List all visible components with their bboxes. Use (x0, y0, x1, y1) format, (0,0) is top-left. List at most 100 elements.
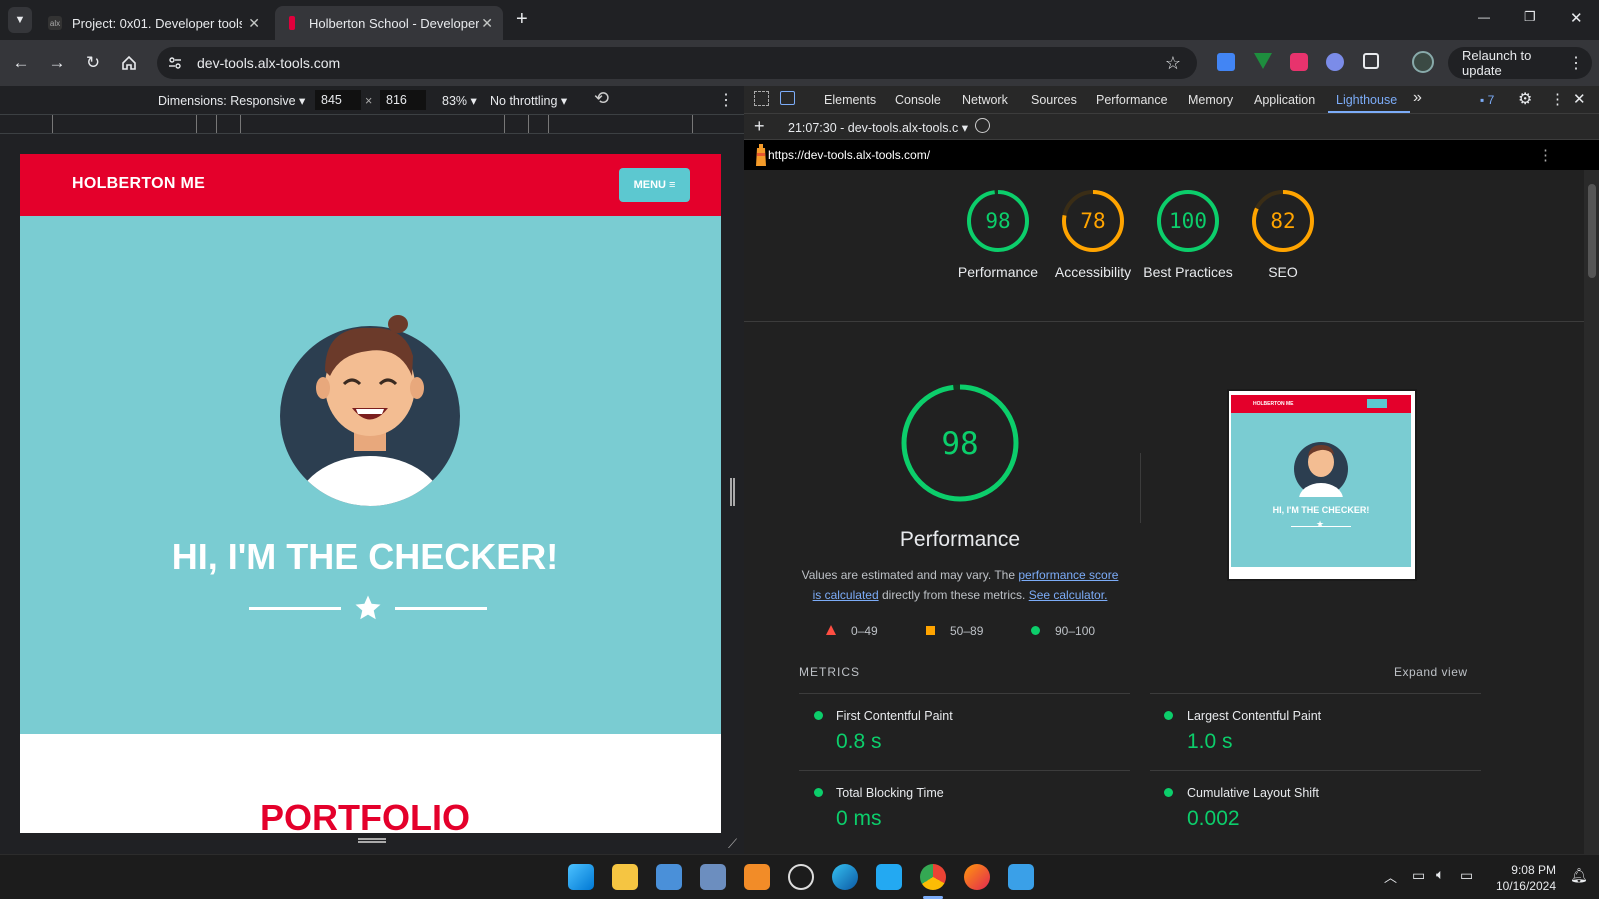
hero-headline: HI, I'M THE CHECKER! (171, 536, 559, 577)
rotate-icon[interactable]: ⟲ (594, 88, 609, 109)
vscode-icon[interactable] (876, 864, 902, 890)
address-bar[interactable]: dev-tools.alx-tools.com ☆ (157, 47, 1197, 79)
chrome-browser-icon[interactable] (920, 864, 946, 890)
photos-app-icon[interactable] (656, 864, 682, 890)
report-selector-label: 21:07:30 - dev-tools.alx-tools.c (788, 121, 959, 135)
tab-network[interactable]: Network (962, 93, 1008, 107)
reload-button[interactable]: ↻ (80, 50, 106, 76)
more-tabs-icon[interactable]: » (1413, 89, 1422, 107)
zoom-label: 83% (442, 94, 468, 108)
close-window-button[interactable]: ✕ (1570, 9, 1583, 27)
clear-reports-icon[interactable] (975, 118, 990, 133)
issues-badge[interactable]: ▪ 7 (1480, 93, 1494, 107)
site-navbar: HOLBERTON ME MENU ≡ (20, 154, 721, 216)
resize-handle-right[interactable] (730, 478, 735, 506)
tab-strip: ▼ alx Project: 0x01. Developer tools | ✕… (0, 0, 1599, 40)
site-brand[interactable]: HOLBERTON ME (72, 175, 205, 193)
report-scrollbar[interactable] (1584, 170, 1599, 854)
start-windows-icon[interactable] (568, 864, 594, 890)
search-extension-icon[interactable] (1326, 53, 1344, 71)
inspect-element-icon[interactable] (754, 91, 769, 106)
see-calculator-link[interactable]: See calculator. (1029, 588, 1108, 602)
devtools-menu-icon[interactable]: ⋮ (1550, 90, 1565, 108)
bookmark-star-icon[interactable]: ☆ (1165, 53, 1181, 74)
arrow-left-icon: ← (12, 53, 30, 72)
forward-button[interactable]: → (44, 50, 70, 76)
gauge-performance[interactable]: 98 (965, 188, 1031, 254)
menu-button[interactable]: MENU ≡ (619, 168, 690, 202)
restore-button[interactable]: ❐ (1524, 9, 1536, 25)
height-input[interactable]: 816 (380, 90, 426, 110)
volume-icon[interactable]: 🔈︎ (1436, 866, 1444, 883)
report-selector[interactable]: 21:07:30 - dev-tools.alx-tools.c ▾ (788, 120, 968, 135)
tab-memory[interactable]: Memory (1188, 93, 1233, 107)
tab-console[interactable]: Console (895, 93, 941, 107)
edge-browser-icon[interactable] (832, 864, 858, 890)
resize-corner-handle[interactable]: ⟋ (728, 836, 737, 852)
throttling-select[interactable]: No throttling ▾ (490, 93, 567, 108)
extensions-puzzle-icon[interactable] (1363, 53, 1379, 69)
resize-handle-bottom[interactable] (358, 838, 386, 843)
gauge-label-best-practices: Best Practices (1143, 264, 1233, 280)
logitech-g-icon[interactable] (788, 864, 814, 890)
report-url[interactable]: https://dev-tools.alx-tools.com/ (768, 148, 930, 162)
profile-avatar[interactable] (1412, 51, 1434, 73)
new-report-icon[interactable]: + (754, 116, 765, 137)
microphone-extension-icon[interactable] (1290, 53, 1308, 71)
portfolio-heading: PORTFOLIO (260, 797, 470, 833)
report-menu-icon[interactable]: ⋮ (1538, 146, 1553, 164)
thumb-brand: HOLBERTON ME (1253, 401, 1294, 407)
network-icon[interactable]: ▭ (1412, 867, 1425, 884)
expand-view-toggle[interactable]: Expand view (1394, 665, 1468, 679)
relaunch-button[interactable]: Relaunch to update ⋮ (1448, 47, 1592, 79)
metric-cls-name: Cumulative Layout Shift (1187, 786, 1320, 800)
clock[interactable]: 9:08 PM 10/16/2024 (1490, 862, 1556, 894)
final-screenshot-thumbnail[interactable]: HOLBERTON ME HI, I'M THE CHECKER! ★ (1227, 389, 1417, 581)
tab-application[interactable]: Application (1254, 93, 1315, 107)
dimensions-select[interactable]: Dimensions: Responsive ▾ (158, 93, 305, 108)
home-button[interactable] (116, 50, 142, 76)
site-settings-icon[interactable] (167, 55, 183, 71)
tab-sources[interactable]: Sources (1031, 93, 1077, 107)
google-translate-icon[interactable] (1217, 53, 1235, 71)
tab-holberton-active[interactable]: Holberton School - Developer t ✕ (275, 6, 503, 40)
close-tab-icon[interactable]: ✕ (248, 15, 260, 32)
gauge-seo[interactable]: 82 (1250, 188, 1316, 254)
monitor-app-icon[interactable] (700, 864, 726, 890)
device-more-icon[interactable]: ⋮ (718, 90, 734, 110)
more-vert-icon[interactable]: ⋮ (1568, 53, 1584, 73)
width-input[interactable]: 845 (315, 90, 361, 110)
minimize-button[interactable]: — (1478, 10, 1490, 24)
zoom-select[interactable]: 83% ▾ (442, 93, 477, 108)
show-hidden-icons-chevron-icon[interactable]: ︿ (1384, 867, 1397, 886)
file-explorer-icon[interactable] (612, 864, 638, 890)
metric-pass-icon (1164, 711, 1173, 720)
tab-search-button[interactable]: ▼ (8, 7, 32, 33)
close-tab-icon[interactable]: ✕ (481, 15, 493, 32)
clock-time: 9:08 PM (1511, 863, 1556, 877)
metrics-divider (1150, 693, 1481, 694)
performance-title: Performance (899, 528, 1021, 551)
tab-project[interactable]: alx Project: 0x01. Developer tools | ✕ (38, 6, 270, 40)
paint-app-icon[interactable] (1008, 864, 1034, 890)
gauge-label-seo: SEO (1268, 264, 1298, 280)
tab-performance[interactable]: Performance (1096, 93, 1168, 107)
ruler-mark (240, 115, 241, 133)
back-button[interactable]: ← (8, 50, 34, 76)
sublime-text-icon[interactable] (744, 864, 770, 890)
desc-text: Values are estimated and may vary. The (801, 568, 1019, 582)
firefox-browser-icon[interactable] (964, 864, 990, 890)
notifications-bell-icon[interactable]: 🔔︎ (1570, 867, 1588, 884)
tab-elements[interactable]: Elements (824, 93, 876, 107)
device-toggle-icon[interactable] (780, 91, 795, 105)
tab-lighthouse[interactable]: Lighthouse (1336, 93, 1397, 107)
battery-icon[interactable]: ▭ (1460, 867, 1473, 884)
gauge-best-practices[interactable]: 100 (1155, 188, 1221, 254)
close-devtools-icon[interactable]: ✕ (1573, 90, 1586, 108)
settings-gear-icon[interactable]: ⚙ (1518, 89, 1532, 109)
download-extension-icon[interactable] (1254, 53, 1272, 69)
gauge-accessibility[interactable]: 78 (1060, 188, 1126, 254)
scrollbar-thumb[interactable] (1588, 184, 1596, 278)
device-toolbar: Dimensions: Responsive ▾ 845 × 816 83% ▾… (0, 86, 744, 114)
new-tab-button[interactable]: + (516, 8, 528, 31)
